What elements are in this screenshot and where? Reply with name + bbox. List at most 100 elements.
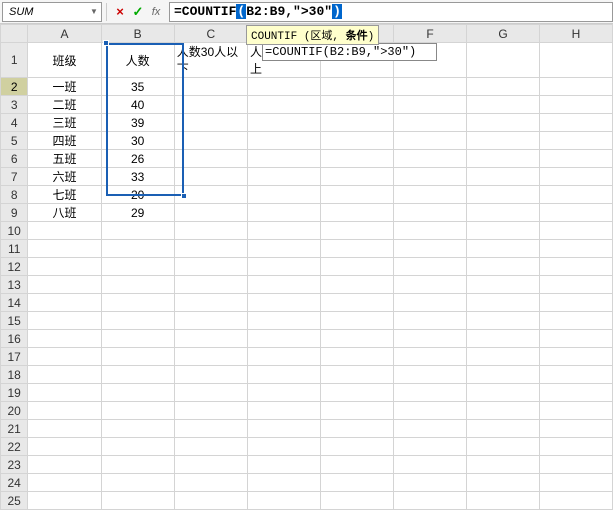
cell-F8[interactable] [394, 186, 467, 204]
cell-F5[interactable] [394, 132, 467, 150]
cell-B3[interactable]: 40 [101, 96, 174, 114]
cell-A15[interactable] [28, 312, 101, 330]
cell-G7[interactable] [467, 168, 540, 186]
cell-B9[interactable]: 29 [101, 204, 174, 222]
cell-H1[interactable] [539, 43, 612, 78]
cell-E6[interactable] [321, 150, 394, 168]
cell-A19[interactable] [28, 384, 101, 402]
cell-E22[interactable] [321, 438, 394, 456]
cell-F4[interactable] [394, 114, 467, 132]
cell-E1[interactable] [321, 43, 394, 78]
cell-F6[interactable] [394, 150, 467, 168]
cell-A14[interactable] [28, 294, 101, 312]
row-header-21[interactable]: 21 [1, 420, 28, 438]
cell-E8[interactable] [321, 186, 394, 204]
cell-A6[interactable]: 五班 [28, 150, 101, 168]
cell-B22[interactable] [101, 438, 174, 456]
row-header-20[interactable]: 20 [1, 402, 28, 420]
cell-B17[interactable] [101, 348, 174, 366]
cell-G18[interactable] [467, 366, 540, 384]
cell-E20[interactable] [321, 402, 394, 420]
row-header-25[interactable]: 25 [1, 492, 28, 510]
cell-H24[interactable] [539, 474, 612, 492]
cell-G15[interactable] [467, 312, 540, 330]
cell-H9[interactable] [539, 204, 612, 222]
cell-H3[interactable] [539, 96, 612, 114]
cell-D17[interactable] [248, 348, 321, 366]
cell-C14[interactable] [174, 294, 247, 312]
row-header-19[interactable]: 19 [1, 384, 28, 402]
cell-E14[interactable] [321, 294, 394, 312]
cell-H15[interactable] [539, 312, 612, 330]
cell-G16[interactable] [467, 330, 540, 348]
cell-A7[interactable]: 六班 [28, 168, 101, 186]
cell-H13[interactable] [539, 276, 612, 294]
cell-G23[interactable] [467, 456, 540, 474]
cell-D19[interactable] [248, 384, 321, 402]
cell-G14[interactable] [467, 294, 540, 312]
cell-C23[interactable] [174, 456, 247, 474]
cell-E23[interactable] [321, 456, 394, 474]
row-header-11[interactable]: 11 [1, 240, 28, 258]
cell-B8[interactable]: 20 [101, 186, 174, 204]
cell-B24[interactable] [101, 474, 174, 492]
cell-G2[interactable] [467, 78, 540, 96]
cell-C15[interactable] [174, 312, 247, 330]
row-header-17[interactable]: 17 [1, 348, 28, 366]
cell-A9[interactable]: 八班 [28, 204, 101, 222]
cell-C18[interactable] [174, 366, 247, 384]
cell-G21[interactable] [467, 420, 540, 438]
cell-B18[interactable] [101, 366, 174, 384]
cell-C19[interactable] [174, 384, 247, 402]
cell-B15[interactable] [101, 312, 174, 330]
cell-A11[interactable] [28, 240, 101, 258]
confirm-button[interactable]: ✓ [129, 3, 147, 21]
cell-D8[interactable] [248, 186, 321, 204]
cell-C24[interactable] [174, 474, 247, 492]
cell-F16[interactable] [394, 330, 467, 348]
cell-E5[interactable] [321, 132, 394, 150]
cell-H8[interactable] [539, 186, 612, 204]
cell-H10[interactable] [539, 222, 612, 240]
row-header-3[interactable]: 3 [1, 96, 28, 114]
cell-C5[interactable] [174, 132, 247, 150]
cell-H4[interactable] [539, 114, 612, 132]
cell-D21[interactable] [248, 420, 321, 438]
row-header-1[interactable]: 1 [1, 43, 28, 78]
cell-C7[interactable] [174, 168, 247, 186]
cell-H16[interactable] [539, 330, 612, 348]
row-header-24[interactable]: 24 [1, 474, 28, 492]
cell-F18[interactable] [394, 366, 467, 384]
cell-F23[interactable] [394, 456, 467, 474]
cell-F3[interactable] [394, 96, 467, 114]
cell-E9[interactable] [321, 204, 394, 222]
cell-G19[interactable] [467, 384, 540, 402]
row-header-15[interactable]: 15 [1, 312, 28, 330]
cell-D15[interactable] [248, 312, 321, 330]
cell-G13[interactable] [467, 276, 540, 294]
cell-A3[interactable]: 二班 [28, 96, 101, 114]
cell-C4[interactable] [174, 114, 247, 132]
cell-B5[interactable]: 30 [101, 132, 174, 150]
cell-E21[interactable] [321, 420, 394, 438]
cell-D24[interactable] [248, 474, 321, 492]
row-header-6[interactable]: 6 [1, 150, 28, 168]
cell-C6[interactable] [174, 150, 247, 168]
cell-C2[interactable] [174, 78, 247, 96]
cell-A22[interactable] [28, 438, 101, 456]
cell-A23[interactable] [28, 456, 101, 474]
formula-input[interactable]: =COUNTIF(B2:B9,">30") [169, 2, 613, 22]
cell-G22[interactable] [467, 438, 540, 456]
cancel-button[interactable]: × [111, 3, 129, 21]
cell-H5[interactable] [539, 132, 612, 150]
cell-C1[interactable]: 人数30人以下 [174, 43, 247, 78]
cell-G10[interactable] [467, 222, 540, 240]
cell-H17[interactable] [539, 348, 612, 366]
cell-F24[interactable] [394, 474, 467, 492]
row-header-12[interactable]: 12 [1, 258, 28, 276]
cell-A17[interactable] [28, 348, 101, 366]
cell-D6[interactable] [248, 150, 321, 168]
cell-G5[interactable] [467, 132, 540, 150]
cell-E13[interactable] [321, 276, 394, 294]
select-all-corner[interactable] [1, 25, 28, 43]
